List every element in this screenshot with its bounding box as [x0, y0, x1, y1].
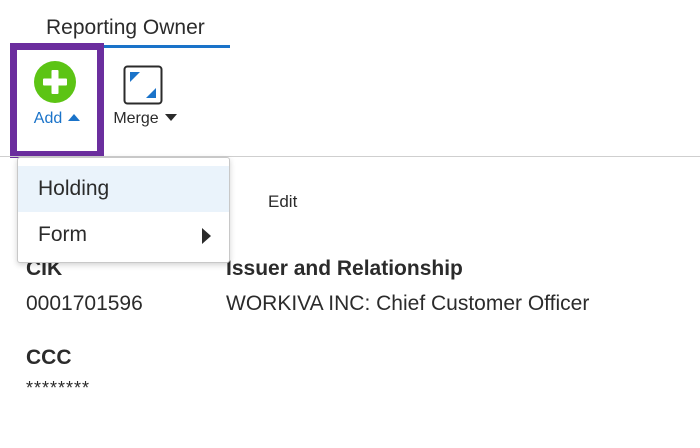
- merge-label-row: Merge: [105, 110, 185, 128]
- add-dropdown-menu: Holding Form: [17, 157, 230, 263]
- menu-item-label: Holding: [38, 177, 110, 200]
- menu-item-holding[interactable]: Holding: [18, 166, 229, 212]
- ccc-value: ********: [26, 378, 91, 398]
- merge-button[interactable]: Merge: [105, 58, 185, 138]
- tab-label: Reporting Owner: [46, 16, 205, 39]
- menu-item-label: Form: [38, 223, 87, 246]
- merge-label: Merge: [113, 110, 159, 127]
- issuer-relationship-value: WORKIVA INC: Chief Customer Officer: [226, 292, 590, 315]
- issuer-relationship-label: Issuer and Relationship: [226, 257, 463, 280]
- ccc-label: CCC: [26, 346, 72, 369]
- highlight-box: [10, 43, 104, 158]
- edit-link[interactable]: Edit: [268, 192, 297, 212]
- cik-value: 0001701596: [26, 292, 143, 315]
- menu-item-form[interactable]: Form: [18, 212, 229, 258]
- caret-down-icon: [164, 114, 177, 121]
- merge-icon: [123, 65, 163, 105]
- chevron-right-icon: [202, 228, 211, 244]
